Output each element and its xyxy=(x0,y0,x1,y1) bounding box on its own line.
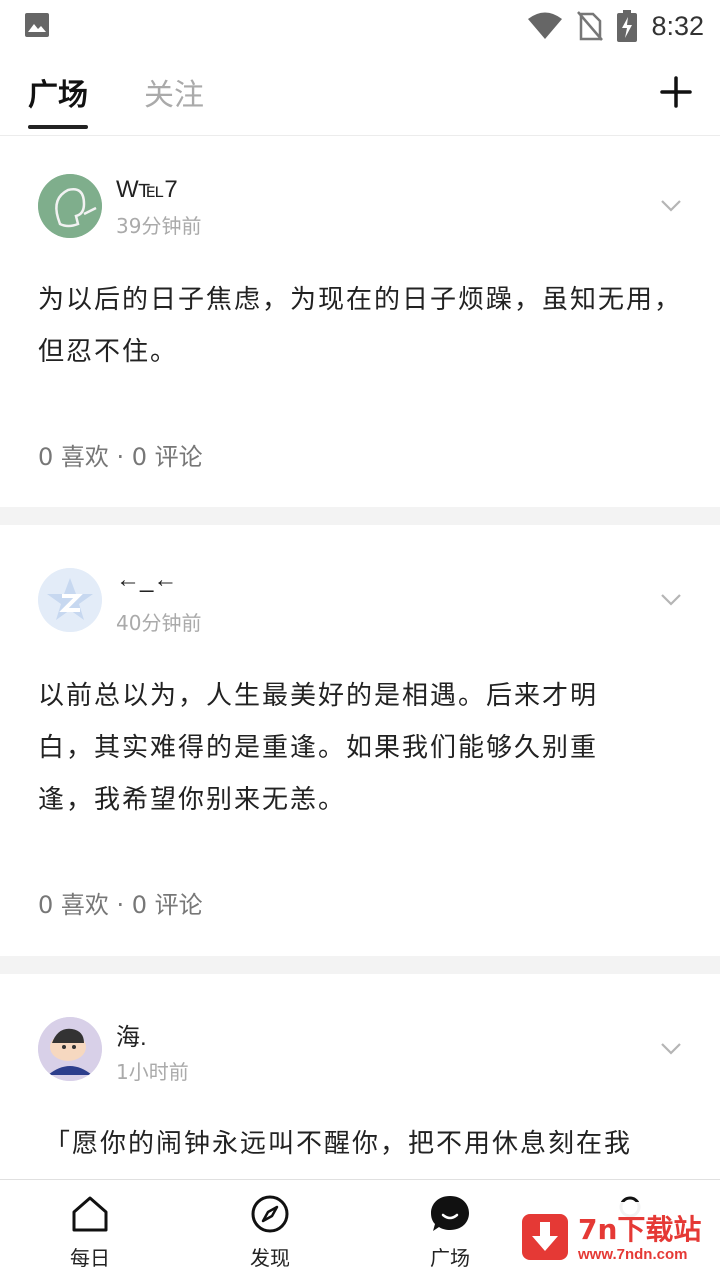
wifi-icon xyxy=(528,12,563,39)
no-sim-icon xyxy=(577,11,604,41)
cartoon-avatar-icon xyxy=(38,1017,102,1081)
post-time: 40分钟前 xyxy=(116,611,202,635)
nav-discover[interactable]: 发现 xyxy=(210,1180,330,1280)
top-tab-bar: 广场 关注 xyxy=(0,52,720,136)
post-feed: W℡7 39分钟前 为以后的日子焦虑，为现在的日子烦躁，虽知无用，但忍不住。 0… xyxy=(0,137,720,1179)
active-tab-indicator xyxy=(28,125,88,129)
username[interactable]: W℡7 xyxy=(116,175,178,204)
post-divider xyxy=(0,507,720,525)
chevron-down-icon[interactable] xyxy=(660,1042,682,1056)
post-stats: 0 喜欢 · 0 评论 xyxy=(38,443,203,471)
home-icon xyxy=(72,1196,108,1232)
qzone-star-icon xyxy=(38,568,102,632)
nav-label: 每日 xyxy=(70,1246,110,1270)
compass-icon xyxy=(251,1195,289,1233)
username[interactable]: 海. xyxy=(116,1017,147,1052)
nav-daily[interactable]: 每日 xyxy=(30,1180,150,1280)
post-card[interactable]: 海. 1小时前 「愿你的闹钟永远叫不醒你，把不用休息刻在我 xyxy=(0,974,720,1179)
post-card[interactable]: ←_← 40分钟前 以前总以为，人生最美好的是相遇。后来才明白，其实难得的是重逢… xyxy=(0,525,720,956)
tab-following[interactable]: 关注 xyxy=(144,70,204,114)
status-bar: 8:32 xyxy=(0,0,720,52)
download-arrow-icon xyxy=(522,1214,568,1260)
username[interactable]: ←_← xyxy=(116,566,177,594)
nav-square[interactable]: 广场 xyxy=(390,1180,510,1280)
chat-bubble-icon xyxy=(431,1196,469,1231)
image-notification-icon xyxy=(25,13,49,37)
post-time: 1小时前 xyxy=(116,1060,189,1084)
watermark-title: 7n下载站 xyxy=(578,1213,702,1246)
add-post-button[interactable] xyxy=(658,74,694,110)
post-divider xyxy=(0,956,720,974)
watermark-url: www.7ndn.com xyxy=(578,1246,688,1263)
battery-charging-icon xyxy=(617,10,638,42)
tab-square[interactable]: 广场 xyxy=(28,70,88,114)
nav-label: 广场 xyxy=(430,1246,470,1270)
post-content: 「愿你的闹钟永远叫不醒你，把不用休息刻在我 xyxy=(44,1129,633,1159)
post-content: 以前总以为，人生最美好的是相遇。后来才明白，其实难得的是重逢。如果我们能够久别重… xyxy=(38,681,599,815)
chevron-down-icon[interactable] xyxy=(660,593,682,607)
post-content: 为以后的日子焦虑，为现在的日子烦躁，虽知无用，但忍不住。 xyxy=(38,285,683,367)
watermark: 7n下载站 www.7ndn.com xyxy=(512,1202,712,1274)
nav-label: 发现 xyxy=(250,1246,290,1270)
avatar[interactable] xyxy=(38,174,102,238)
chevron-down-icon[interactable] xyxy=(660,199,682,213)
avatar[interactable] xyxy=(38,1017,102,1081)
user-avatar-icon xyxy=(38,174,102,238)
clock: 8:32 xyxy=(651,10,704,41)
post-stats: 0 喜欢 · 0 评论 xyxy=(38,891,203,919)
post-time: 39分钟前 xyxy=(116,214,202,238)
avatar[interactable] xyxy=(38,568,102,632)
post-card[interactable]: W℡7 39分钟前 为以后的日子焦虑，为现在的日子烦躁，虽知无用，但忍不住。 0… xyxy=(0,137,720,507)
